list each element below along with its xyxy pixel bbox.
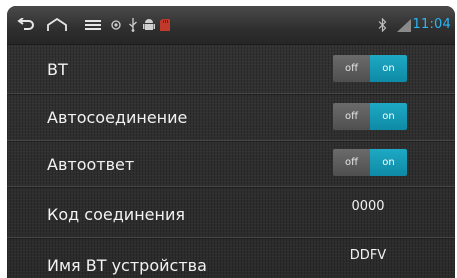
setting-label-device-name: Имя BT устройства (47, 256, 207, 275)
bluetooth-icon (376, 6, 388, 44)
gps-icon (108, 6, 124, 44)
auto-connect-toggle-on[interactable]: on (370, 103, 407, 130)
auto-answer-toggle-on[interactable]: on (370, 149, 407, 176)
auto-connect-toggle[interactable]: off on (333, 103, 407, 130)
setting-label-auto-answer: Автоответ (47, 155, 135, 174)
auto-answer-toggle-off[interactable]: off (333, 149, 370, 176)
menu-icon[interactable] (83, 6, 103, 44)
setting-row-device-name[interactable]: Имя BT устройства DDFV (7, 238, 455, 278)
setting-row-auto-connect[interactable]: Автосоединение off on (7, 94, 455, 141)
screen: 11:04 BT off on Автосоединение off on Ав… (7, 6, 455, 278)
usb-icon (126, 6, 140, 44)
back-icon[interactable] (15, 6, 37, 44)
setting-row-auto-answer[interactable]: Автоответ off on (7, 141, 455, 187)
bt-toggle-on[interactable]: on (370, 55, 407, 82)
auto-connect-toggle-off[interactable]: off (333, 103, 370, 130)
bt-toggle[interactable]: off on (333, 55, 407, 82)
clock: 11:04 (412, 17, 451, 32)
home-icon[interactable] (45, 6, 69, 44)
setting-label-auto-connect: Автосоединение (47, 108, 188, 127)
setting-row-pairing-code[interactable]: Код соединения 0000 (7, 187, 455, 238)
pairing-code-value: 0000 (351, 199, 385, 214)
setting-label-bt: BT (47, 60, 68, 79)
setting-label-pairing-code: Код соединения (47, 205, 185, 224)
setting-row-bt[interactable]: BT off on (7, 45, 455, 94)
android-debug-icon (141, 6, 157, 44)
sd-card-icon (158, 6, 172, 44)
signal-icon (396, 6, 412, 44)
status-bar: 11:04 (7, 6, 455, 45)
device-name-value: DDFV (349, 248, 387, 263)
auto-answer-toggle[interactable]: off on (333, 149, 407, 176)
bt-toggle-off[interactable]: off (333, 55, 370, 82)
